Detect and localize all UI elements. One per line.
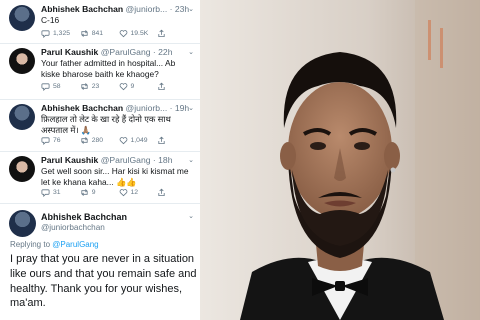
reply-icon	[41, 189, 50, 197]
reply-button[interactable]: 31	[41, 188, 80, 197]
chevron-down-icon[interactable]: ⌄	[188, 156, 194, 164]
tweet-actions: 76 280 1,049	[41, 136, 196, 145]
like-count: 12	[130, 189, 139, 196]
avatar[interactable]	[9, 210, 36, 237]
tweet-4[interactable]: Parul Kaushik @ParulGang · 18h ⌄ Get wel…	[0, 152, 200, 204]
replying-to-label: Replying to	[10, 240, 51, 249]
like-count: 9	[130, 83, 135, 90]
retweet-icon	[81, 30, 88, 37]
tweet-2[interactable]: Parul Kaushik @ParulGang · 22h ⌄ Your fa…	[0, 44, 200, 100]
tweet-1[interactable]: Abhishek Bachchan @juniorb... · 23h ⌄ C-…	[0, 0, 200, 44]
reply-button[interactable]: 76	[41, 136, 80, 145]
tweet-divider	[0, 203, 200, 204]
like-count: 1,049	[130, 137, 148, 144]
avatar[interactable]	[9, 48, 35, 74]
reply-button[interactable]: 58	[41, 82, 80, 91]
share-button[interactable]	[157, 82, 196, 91]
reply-icon	[41, 137, 50, 145]
tweet-handle[interactable]: @ParulGang · 18h	[101, 155, 173, 165]
tweet-author-name[interactable]: Abhishek Bachchan	[41, 103, 123, 113]
reply-count: 1,325	[53, 30, 71, 37]
tweet-author-name[interactable]: Parul Kaushik	[41, 47, 98, 57]
reply-button[interactable]: 1,325	[41, 29, 80, 38]
heart-icon	[119, 137, 127, 145]
chevron-down-icon[interactable]: ⌄	[188, 5, 194, 13]
reply-count: 31	[53, 189, 61, 196]
retweet-count: 9	[91, 189, 96, 196]
like-button[interactable]: 9	[119, 82, 158, 91]
share-icon	[158, 136, 165, 145]
heart-icon	[119, 83, 127, 91]
reply-icon	[41, 83, 50, 91]
tweet-author-name[interactable]: Parul Kaushik	[41, 155, 98, 165]
tweet-actions: 31 9 12	[41, 188, 196, 197]
tweet-handle[interactable]: @ParulGang · 22h	[101, 47, 173, 57]
retweet-button[interactable]: 280	[80, 136, 119, 145]
tweet-text: C-16	[41, 15, 60, 25]
tweet-author-name[interactable]: Abhishek Bachchan	[41, 4, 123, 14]
reply-count: 58	[53, 83, 61, 90]
retweet-icon	[81, 83, 88, 90]
avatar[interactable]	[9, 5, 35, 31]
tweet-thread-screenshot: Abhishek Bachchan @juniorb... · 23h ⌄ C-…	[0, 0, 200, 320]
tweet-3[interactable]: Abhishek Bachchan @juniorb... · 19h ⌄ फ़…	[0, 100, 200, 152]
tweet-time: · 23h	[169, 4, 190, 14]
chevron-down-icon[interactable]: ⌄	[188, 212, 194, 220]
main-tweet-handle[interactable]: @juniorbachchan	[41, 223, 105, 232]
tweet-text: Your father admitted in hospital... Ab k…	[41, 58, 176, 79]
tweet-text: Get well soon sir... Har kisi ki kismat …	[41, 166, 189, 187]
share-icon	[158, 82, 165, 91]
avatar[interactable]	[9, 104, 35, 130]
tweet-actions: 58 23 9	[41, 82, 196, 91]
replying-to-handle[interactable]: @ParulGang	[52, 240, 98, 249]
chevron-down-icon[interactable]: ⌄	[188, 104, 194, 112]
retweet-button[interactable]: 9	[80, 188, 119, 197]
tweet-time: · 19h	[169, 103, 190, 113]
retweet-icon	[81, 137, 88, 144]
avatar[interactable]	[9, 156, 35, 182]
main-tweet-author-name[interactable]: Abhishek Bachchan	[41, 212, 127, 222]
reply-icon	[41, 30, 50, 38]
heart-icon	[119, 30, 127, 38]
heart-icon	[119, 189, 127, 197]
tweet-text: फ़िलहाल तो लेट के खा रहे हैं दोनो एक साथ…	[41, 114, 171, 135]
share-button[interactable]	[157, 29, 196, 38]
reply-count: 76	[53, 137, 61, 144]
retweet-count: 23	[91, 83, 100, 90]
like-count: 19.5K	[130, 30, 149, 37]
retweet-icon	[81, 189, 88, 196]
like-button[interactable]: 12	[119, 188, 158, 197]
share-icon	[158, 188, 165, 197]
share-button[interactable]	[157, 188, 196, 197]
share-button[interactable]	[157, 136, 196, 145]
share-icon	[158, 29, 165, 38]
like-button[interactable]: 1,049	[119, 136, 158, 145]
tweet-handle[interactable]: @juniorb...	[126, 4, 168, 14]
tweet-handle[interactable]: @juniorb...	[126, 103, 168, 113]
portrait-illustration	[200, 0, 480, 320]
chevron-down-icon[interactable]: ⌄	[188, 48, 194, 56]
retweet-count: 280	[91, 137, 104, 144]
retweet-count: 841	[91, 30, 104, 37]
person-photo	[200, 0, 480, 320]
retweet-button[interactable]: 23	[80, 82, 119, 91]
retweet-button[interactable]: 841	[80, 29, 119, 38]
tweet-actions: 1,325 841 19.5K	[41, 29, 196, 38]
replying-to: Replying to @ParulGang	[10, 240, 99, 249]
like-button[interactable]: 19.5K	[119, 29, 158, 38]
main-tweet-text: I pray that you are never in a situation…	[10, 253, 197, 310]
